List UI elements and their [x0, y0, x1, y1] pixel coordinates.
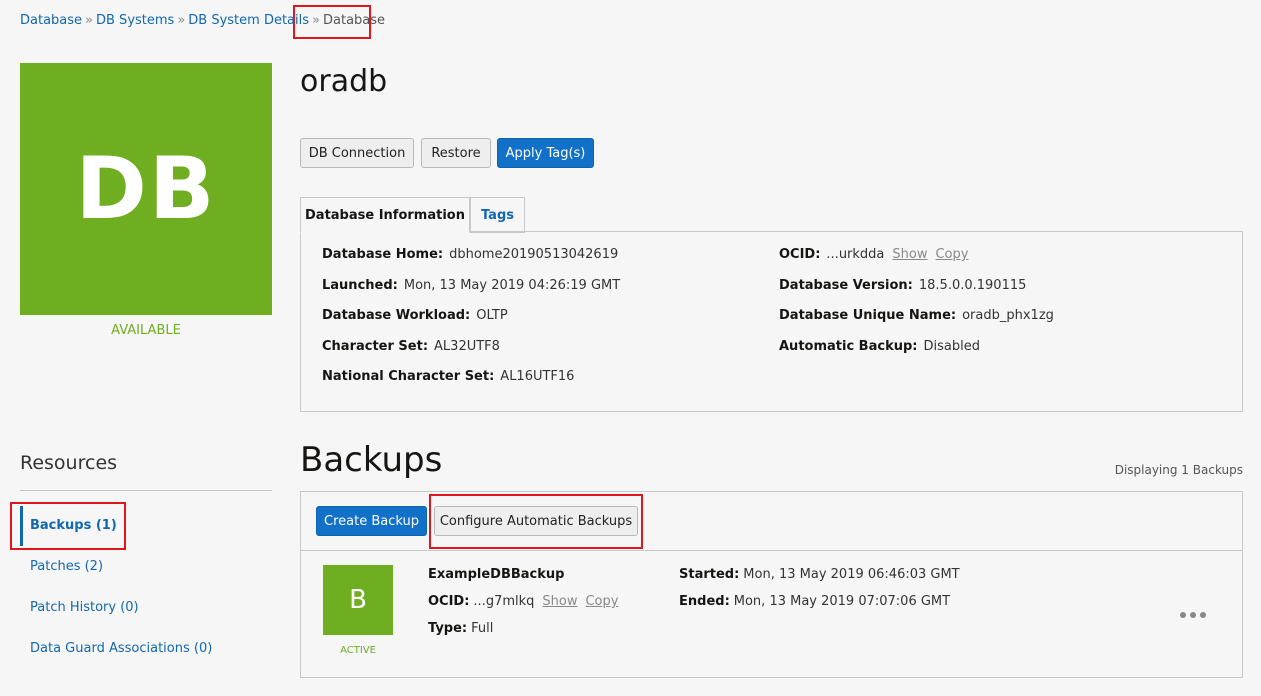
info-label: Launched:	[322, 278, 398, 293]
database-tile-text: DB	[75, 139, 217, 239]
tab-tags[interactable]: Tags	[470, 197, 525, 233]
apply-tags-button[interactable]: Apply Tag(s)	[497, 138, 594, 168]
breadcrumb-db-system-details[interactable]: DB System Details	[188, 13, 309, 28]
backup-started-value: Mon, 13 May 2019 06:46:03 GMT	[743, 567, 960, 582]
backup-type-label: Type:	[428, 621, 468, 636]
resource-item-backups[interactable]: Backups (1)	[30, 518, 117, 533]
info-character-set: Character Set: AL32UTF8	[322, 339, 500, 354]
kebab-dot	[1180, 612, 1186, 618]
backup-ocid-label: OCID:	[428, 594, 470, 609]
breadcrumb-current: Database	[323, 13, 386, 28]
info-value: oradb_phx1zg	[962, 308, 1054, 323]
kebab-dot	[1200, 612, 1206, 618]
breadcrumb-separator: »	[85, 13, 93, 28]
backup-tile: B	[323, 565, 393, 635]
resources-active-indicator	[20, 506, 23, 546]
page-title: oradb	[300, 64, 388, 99]
resource-item-data-guard-associations[interactable]: Data Guard Associations (0)	[30, 641, 212, 656]
more-actions-icon[interactable]	[1180, 607, 1214, 623]
kebab-dot	[1190, 612, 1196, 618]
info-value: AL32UTF8	[434, 339, 500, 354]
resources-divider	[20, 490, 272, 491]
info-database-version: Database Version: 18.5.0.0.190115	[779, 278, 1026, 293]
backups-title: Backups	[300, 440, 443, 480]
ocid-copy-link[interactable]: Copy	[935, 247, 968, 262]
info-national-character-set: National Character Set: AL16UTF16	[322, 369, 574, 384]
db-connection-button[interactable]: DB Connection	[300, 138, 414, 168]
backup-name-text[interactable]: ExampleDBBackup	[428, 567, 564, 582]
breadcrumb-db-systems[interactable]: DB Systems	[96, 13, 174, 28]
ocid-show-link[interactable]: Show	[892, 247, 927, 262]
backup-started-label: Started:	[679, 567, 740, 582]
info-label: Database Workload:	[322, 308, 471, 323]
info-label: OCID:	[779, 247, 821, 262]
configure-automatic-backups-button[interactable]: Configure Automatic Backups	[434, 506, 638, 536]
backups-count: Displaying 1 Backups	[1114, 463, 1243, 477]
info-value: OLTP	[476, 308, 508, 323]
breadcrumb-separator: »	[312, 13, 320, 28]
resource-item-patches[interactable]: Patches (2)	[30, 559, 103, 574]
backup-ocid: OCID: ...g7mlkq Show Copy	[428, 594, 618, 609]
backup-ended-label: Ended:	[679, 594, 730, 609]
info-database-unique-name: Database Unique Name: oradb_phx1zg	[779, 308, 1054, 323]
breadcrumb: Database» DB Systems» DB System Details» Da…	[20, 13, 385, 28]
info-value: AL16UTF16	[500, 369, 575, 384]
backup-ocid-copy-link[interactable]: Copy	[585, 594, 618, 609]
restore-button[interactable]: Restore	[421, 138, 491, 168]
breadcrumb-separator: »	[177, 13, 186, 28]
tab-database-information[interactable]: Database Information	[300, 197, 470, 233]
info-label: Character Set:	[322, 339, 429, 354]
info-value: Disabled	[923, 339, 980, 354]
create-backup-button[interactable]: Create Backup	[316, 506, 427, 536]
resource-item-patch-history[interactable]: Patch History (0)	[30, 600, 139, 615]
info-label: Database Version:	[779, 278, 913, 293]
resources-title: Resources	[20, 452, 118, 474]
info-ocid: OCID: ...urkdda Show Copy	[779, 247, 968, 262]
backup-ocid-show-link[interactable]: Show	[542, 594, 577, 609]
backup-started: Started: Mon, 13 May 2019 06:46:03 GMT	[679, 567, 960, 582]
info-value: 18.5.0.0.190115	[918, 278, 1027, 293]
info-value: Mon, 13 May 2019 04:26:19 GMT	[403, 278, 621, 293]
database-tile: DB	[20, 63, 272, 315]
info-label: National Character Set:	[322, 369, 495, 384]
backup-type: Type: Full	[428, 621, 493, 636]
info-label: Database Home:	[322, 247, 444, 262]
backup-ocid-value: ...g7mlkq	[473, 594, 535, 609]
backups-panel-divider	[301, 550, 1242, 551]
info-value: dbhome20190513042619	[449, 247, 619, 262]
status-badge: AVAILABLE	[111, 323, 181, 338]
info-label: Automatic Backup:	[779, 339, 918, 354]
backup-status-badge: ACTIVE	[340, 645, 376, 656]
info-launched: Launched: Mon, 13 May 2019 04:26:19 GMT	[322, 278, 620, 293]
breadcrumb-database[interactable]: Database	[20, 13, 82, 28]
backup-ended: Ended: Mon, 13 May 2019 07:07:06 GMT	[679, 594, 950, 609]
backup-ended-value: Mon, 13 May 2019 07:07:06 GMT	[733, 594, 951, 609]
info-database-home: Database Home: dbhome20190513042619	[322, 247, 618, 262]
info-value: ...urkdda	[826, 247, 885, 262]
info-database-workload: Database Workload: OLTP	[322, 308, 508, 323]
info-label: Database Unique Name:	[779, 308, 957, 323]
backup-name[interactable]: ExampleDBBackup	[428, 567, 564, 582]
backup-type-value: Full	[471, 621, 494, 636]
info-automatic-backup: Automatic Backup: Disabled	[779, 339, 980, 354]
